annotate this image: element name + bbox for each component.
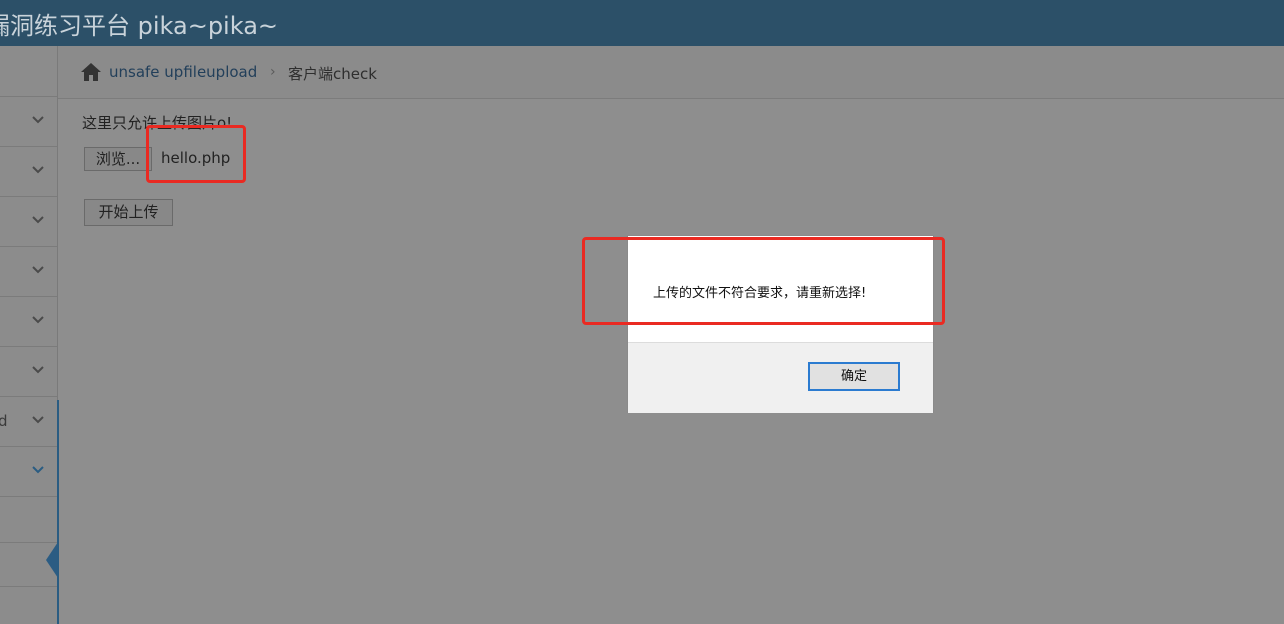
alert-footer: 确定 xyxy=(628,342,933,413)
sidebar: d xyxy=(0,46,58,624)
breadcrumb-separator-icon: › xyxy=(270,64,276,80)
chevron-down-icon xyxy=(32,366,44,374)
sidebar-item-label: d xyxy=(0,412,8,430)
sidebar-submenu xyxy=(0,496,58,624)
top-header: 漏洞练习平台 pika~pika~ xyxy=(0,0,1284,46)
chevron-down-icon xyxy=(32,416,44,424)
breadcrumb-parent-link[interactable]: unsafe upfileupload xyxy=(109,63,257,81)
chevron-down-icon xyxy=(32,216,44,224)
chevron-down-icon xyxy=(32,116,44,124)
sidebar-item-1[interactable] xyxy=(0,97,57,147)
chevron-down-icon xyxy=(32,316,44,324)
annotation-box-filename xyxy=(146,125,246,183)
app-title: 漏洞练习平台 pika~pika~ xyxy=(0,12,279,40)
sidebar-active-line xyxy=(57,400,59,624)
breadcrumb: unsafe upfileupload › 客户端check xyxy=(58,46,1284,99)
sidebar-item-6[interactable] xyxy=(0,347,57,397)
sidebar-item-2[interactable] xyxy=(0,147,57,197)
sidebar-item-7[interactable]: d xyxy=(0,397,57,447)
sidebar-item-5[interactable] xyxy=(0,297,57,347)
divider xyxy=(0,586,57,587)
sidebar-top xyxy=(0,46,57,97)
chevron-down-icon xyxy=(32,266,44,274)
ok-button[interactable]: 确定 xyxy=(808,362,900,391)
home-icon[interactable] xyxy=(80,62,102,82)
annotation-box-message xyxy=(582,237,945,325)
sidebar-item-3[interactable] xyxy=(0,197,57,247)
upload-button[interactable]: 开始上传 xyxy=(84,199,173,226)
sidebar-item-4[interactable] xyxy=(0,247,57,297)
sidebar-item-8[interactable] xyxy=(0,447,57,497)
browse-button[interactable]: 浏览... xyxy=(84,147,152,171)
breadcrumb-current: 客户端check xyxy=(288,65,377,83)
chevron-down-icon xyxy=(32,166,44,174)
chevron-down-icon xyxy=(32,466,44,474)
